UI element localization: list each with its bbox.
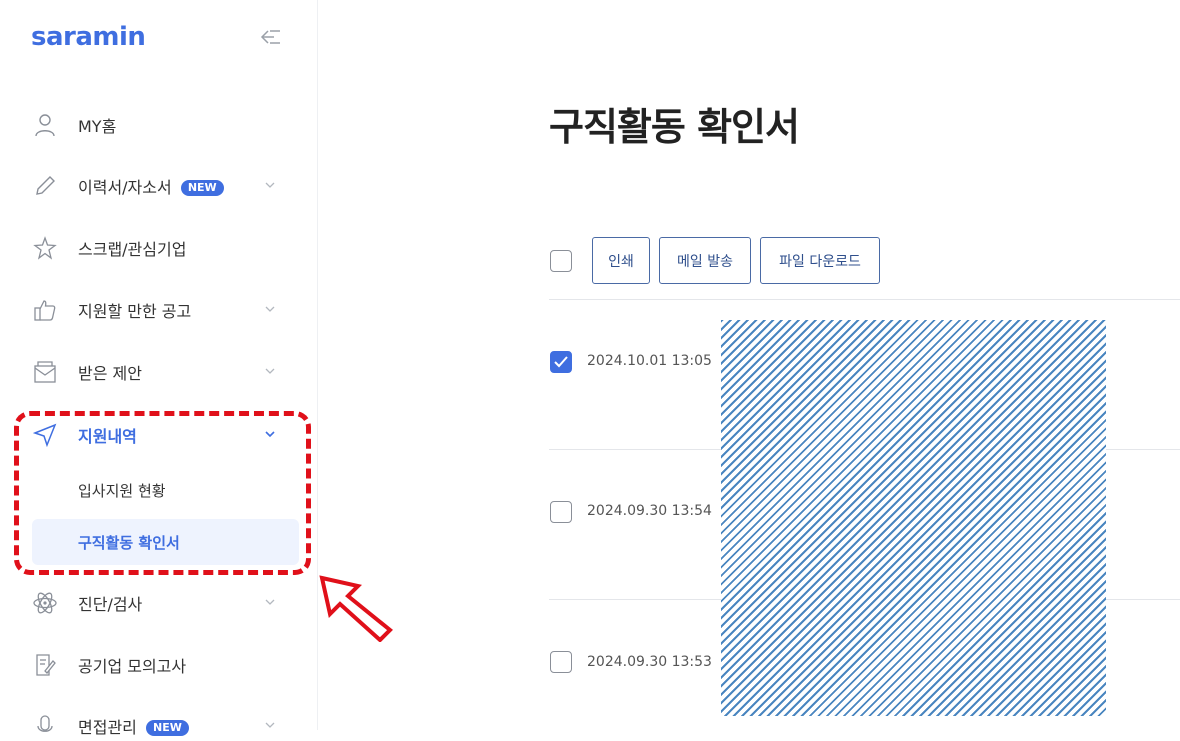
star-icon xyxy=(32,235,58,261)
new-badge: NEW xyxy=(180,179,224,196)
chevron-down-icon xyxy=(265,722,275,728)
atom-icon xyxy=(32,590,58,616)
sidebar-item-label: 스크랩/관심기업 xyxy=(78,240,187,259)
sidebar-item-my-home[interactable]: MY홈 xyxy=(32,110,282,140)
sidebar-item-received-offers[interactable]: 받은 제안 xyxy=(32,357,282,387)
saramin-logo[interactable]: saramin xyxy=(31,22,146,52)
row-checkbox[interactable] xyxy=(550,651,572,673)
sidebar-item-label: 지원할 만한 공고 xyxy=(78,302,192,321)
chevron-down-icon xyxy=(265,182,275,188)
sidebar-subitem-application-status[interactable]: 입사지원 현황 xyxy=(32,467,299,513)
chevron-down-icon xyxy=(265,368,275,374)
row-date: 2024.10.01 13:05 xyxy=(587,353,712,369)
row-checkbox[interactable] xyxy=(550,501,572,523)
microphone-icon xyxy=(32,713,58,739)
send-mail-button[interactable]: 메일 발송 xyxy=(659,237,751,284)
arrow-annotation-icon xyxy=(319,575,393,642)
test-paper-icon xyxy=(32,652,58,678)
sidebar: saramin MY홈 이력서/자소서 NEW 스크랩/관심기업 지원할 만한 … xyxy=(0,0,318,737)
send-icon xyxy=(32,422,58,448)
pencil-icon xyxy=(32,173,58,199)
sidebar-item-label: 이력서/자소서 xyxy=(78,178,172,197)
chevron-down-icon xyxy=(265,599,275,605)
thumbs-up-icon xyxy=(32,297,58,323)
user-icon xyxy=(32,112,58,138)
chevron-down-icon xyxy=(265,306,275,312)
file-download-button[interactable]: 파일 다운로드 xyxy=(760,237,880,284)
envelope-icon xyxy=(32,359,58,385)
sidebar-item-label-wrap: 면접관리 NEW xyxy=(78,714,189,738)
collapse-sidebar-icon[interactable] xyxy=(258,26,284,48)
sidebar-item-label-wrap: 이력서/자소서 NEW xyxy=(78,174,224,198)
check-icon xyxy=(554,356,568,368)
sidebar-item-label: 진단/검사 xyxy=(78,595,143,614)
row-checkbox[interactable] xyxy=(550,351,572,373)
sidebar-item-label: 지원내역 xyxy=(78,427,137,446)
new-badge: NEW xyxy=(145,719,189,736)
chevron-down-icon xyxy=(265,431,275,438)
row-date: 2024.09.30 13:53 xyxy=(587,654,712,670)
page-title: 구직활동 확인서 xyxy=(549,105,800,149)
sidebar-item-mock-exam[interactable]: 공기업 모의고사 xyxy=(32,650,282,680)
sidebar-item-label: 공기업 모의고사 xyxy=(78,657,187,676)
sidebar-item-label: 받은 제안 xyxy=(78,364,142,383)
sidebar-item-applications[interactable]: 지원내역 xyxy=(32,420,282,450)
sidebar-subitem-job-search-certificate[interactable]: 구직활동 확인서 xyxy=(32,519,299,565)
redacted-document-preview xyxy=(721,320,1106,716)
print-button[interactable]: 인쇄 xyxy=(592,237,650,284)
select-all-checkbox[interactable] xyxy=(550,250,572,272)
sidebar-item-scrap[interactable]: 스크랩/관심기업 xyxy=(32,233,282,263)
sidebar-item-assessment[interactable]: 진단/검사 xyxy=(32,588,282,618)
sidebar-item-label: MY홈 xyxy=(78,117,117,136)
sidebar-item-resume[interactable]: 이력서/자소서 NEW xyxy=(32,171,282,201)
sidebar-item-recommended-jobs[interactable]: 지원할 만한 공고 xyxy=(32,295,282,325)
list-header-divider xyxy=(549,299,1180,300)
sidebar-item-label: 면접관리 xyxy=(78,718,137,737)
sidebar-item-interview[interactable]: 면접관리 NEW xyxy=(32,711,282,741)
row-date: 2024.09.30 13:54 xyxy=(587,503,712,519)
